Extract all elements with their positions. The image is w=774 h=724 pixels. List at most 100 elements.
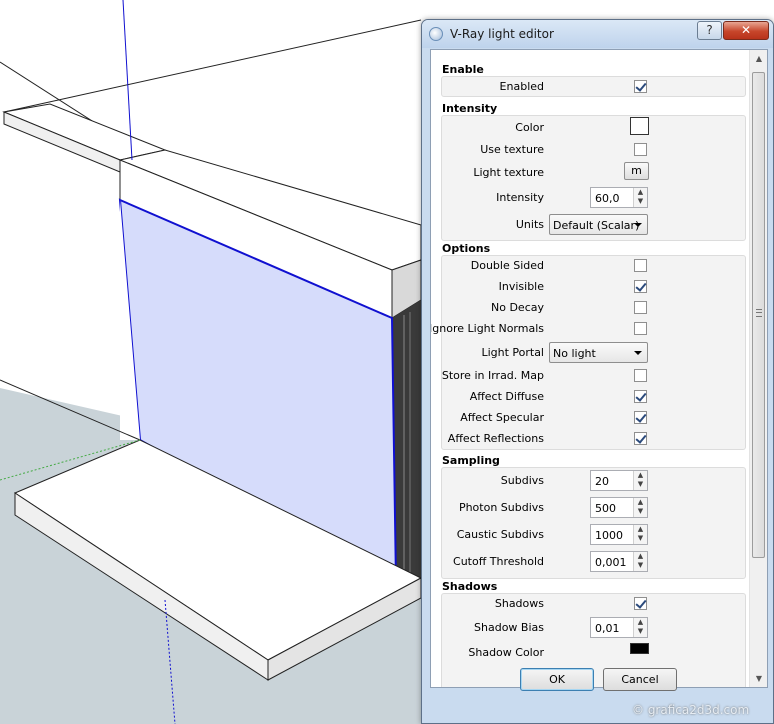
- no-decay-checkbox[interactable]: [634, 301, 647, 314]
- row-color: Color: [431, 117, 749, 137]
- intensity-label: Intensity: [496, 191, 544, 204]
- double-sided-checkbox[interactable]: [634, 259, 647, 272]
- shadow-bias-spinner[interactable]: 0,01 ▲ ▼: [590, 617, 648, 638]
- subdivs-label: Subdivs: [500, 474, 544, 487]
- color-swatch[interactable]: [630, 117, 649, 135]
- section-sampling-title: Sampling: [442, 454, 500, 467]
- scrollbar-thumb[interactable]: [752, 72, 765, 558]
- title-bar[interactable]: V-Ray light editor ? ✕: [422, 20, 773, 48]
- row-affect-reflections: Affect Reflections: [431, 428, 749, 448]
- ignore-normals-label: Ignore Light Normals: [431, 322, 544, 335]
- row-invisible: Invisible: [431, 276, 749, 296]
- row-enabled: Enabled: [431, 76, 749, 96]
- shadow-bias-value[interactable]: 0,01: [595, 622, 620, 635]
- shadow-color-swatch[interactable]: [630, 643, 649, 654]
- subdivs-spinner[interactable]: 20 ▲ ▼: [590, 470, 648, 491]
- affect-diffuse-label: Affect Diffuse: [469, 390, 544, 403]
- spinner-arrows-icon[interactable]: ▲ ▼: [633, 618, 647, 637]
- enabled-label: Enabled: [499, 80, 544, 93]
- chevron-down-icon: [634, 351, 642, 355]
- row-light-portal: Light Portal No light: [431, 342, 749, 363]
- row-ignore-normals: Ignore Light Normals: [431, 318, 749, 338]
- chevron-down-icon: [634, 223, 642, 227]
- cancel-button[interactable]: Cancel: [603, 668, 677, 691]
- row-shadow-bias: Shadow Bias 0,01 ▲ ▼: [431, 617, 749, 638]
- row-shadow-color: Shadow Color: [431, 642, 749, 662]
- ignore-normals-checkbox[interactable]: [634, 322, 647, 335]
- cutoff-threshold-spinner[interactable]: 0,001 ▲ ▼: [590, 551, 648, 572]
- properties-list: Enable Enabled Intensity Color Use textu…: [431, 50, 749, 687]
- row-cutoff-threshold: Cutoff Threshold 0,001 ▲ ▼: [431, 551, 749, 572]
- row-no-decay: No Decay: [431, 297, 749, 317]
- row-affect-diffuse: Affect Diffuse: [431, 386, 749, 406]
- shadows-label: Shadows: [494, 597, 544, 610]
- subdivs-value[interactable]: 20: [595, 475, 609, 488]
- app-icon: [429, 27, 443, 41]
- no-decay-label: No Decay: [491, 301, 544, 314]
- cutoff-threshold-value[interactable]: 0,001: [595, 556, 627, 569]
- shadows-checkbox[interactable]: [634, 597, 647, 610]
- caustic-subdivs-label: Caustic Subdivs: [456, 528, 544, 541]
- color-label: Color: [515, 121, 544, 134]
- section-intensity-title: Intensity: [442, 102, 498, 115]
- scroll-up-arrow-icon[interactable]: ▲: [750, 50, 767, 67]
- spinner-arrows-icon[interactable]: ▲ ▼: [633, 525, 647, 544]
- units-dropdown[interactable]: Default (Scalar): [549, 214, 648, 235]
- light-portal-dropdown[interactable]: No light: [549, 342, 648, 363]
- affect-reflections-checkbox[interactable]: [634, 432, 647, 445]
- photon-subdivs-spinner[interactable]: 500 ▲ ▼: [590, 497, 648, 518]
- cutoff-threshold-label: Cutoff Threshold: [453, 555, 544, 568]
- spinner-arrows-icon[interactable]: ▲ ▼: [633, 552, 647, 571]
- light-portal-value: No light: [553, 347, 596, 360]
- grip-icon: [756, 309, 762, 317]
- watermark: © grafica2d3d.com: [632, 703, 750, 717]
- caustic-subdivs-value[interactable]: 1000: [595, 529, 623, 542]
- caustic-subdivs-spinner[interactable]: 1000 ▲ ▼: [590, 524, 648, 545]
- row-caustic-subdivs: Caustic Subdivs 1000 ▲ ▼: [431, 524, 749, 545]
- row-light-texture: Light texture m: [431, 162, 749, 182]
- use-texture-label: Use texture: [480, 143, 544, 156]
- affect-reflections-label: Affect Reflections: [447, 432, 544, 445]
- photon-subdivs-label: Photon Subdivs: [458, 501, 544, 514]
- vray-light-editor-window: V-Ray light editor ? ✕ Enable Enabled In…: [421, 19, 774, 724]
- shadow-color-label: Shadow Color: [468, 646, 544, 659]
- scroll-down-arrow-icon[interactable]: ▼: [750, 670, 767, 687]
- row-units: Units Default (Scalar): [431, 214, 749, 235]
- ok-button[interactable]: OK: [520, 668, 594, 691]
- affect-specular-label: Affect Specular: [460, 411, 544, 424]
- row-subdivs: Subdivs 20 ▲ ▼: [431, 470, 749, 491]
- window-title: V-Ray light editor: [450, 27, 554, 41]
- vertical-scrollbar[interactable]: ▲ ▼: [749, 50, 767, 687]
- spinner-arrows-icon[interactable]: ▲ ▼: [633, 498, 647, 517]
- intensity-value[interactable]: 60,0: [595, 192, 620, 205]
- spinner-arrows-icon[interactable]: ▲ ▼: [633, 471, 647, 490]
- row-use-texture: Use texture: [431, 139, 749, 159]
- row-shadows: Shadows: [431, 593, 749, 613]
- light-texture-map-button[interactable]: m: [624, 162, 649, 180]
- double-sided-label: Double Sided: [470, 259, 544, 272]
- light-portal-label: Light Portal: [481, 346, 544, 359]
- affect-specular-checkbox[interactable]: [634, 411, 647, 424]
- photon-subdivs-value[interactable]: 500: [595, 502, 616, 515]
- editor-panel: Enable Enabled Intensity Color Use textu…: [430, 49, 768, 688]
- spinner-arrows-icon[interactable]: ▲ ▼: [633, 188, 647, 207]
- store-irrad-checkbox[interactable]: [634, 369, 647, 382]
- section-shadows-title: Shadows: [442, 580, 498, 593]
- row-double-sided: Double Sided: [431, 255, 749, 275]
- shadow-bias-label: Shadow Bias: [474, 621, 544, 634]
- affect-diffuse-checkbox[interactable]: [634, 390, 647, 403]
- row-photon-subdivs: Photon Subdivs 500 ▲ ▼: [431, 497, 749, 518]
- row-store-irrad: Store in Irrad. Map: [431, 365, 749, 385]
- help-button[interactable]: ?: [697, 21, 722, 40]
- close-button[interactable]: ✕: [723, 21, 769, 40]
- invisible-checkbox[interactable]: [634, 280, 647, 293]
- section-enable-title: Enable: [442, 63, 484, 76]
- use-texture-checkbox[interactable]: [634, 143, 647, 156]
- row-intensity: Intensity 60,0 ▲ ▼: [431, 187, 749, 208]
- enabled-checkbox[interactable]: [634, 80, 647, 93]
- intensity-spinner[interactable]: 60,0 ▲ ▼: [590, 187, 648, 208]
- store-irrad-label: Store in Irrad. Map: [441, 369, 544, 382]
- section-options-title: Options: [442, 242, 491, 255]
- row-affect-specular: Affect Specular: [431, 407, 749, 427]
- invisible-label: Invisible: [498, 280, 544, 293]
